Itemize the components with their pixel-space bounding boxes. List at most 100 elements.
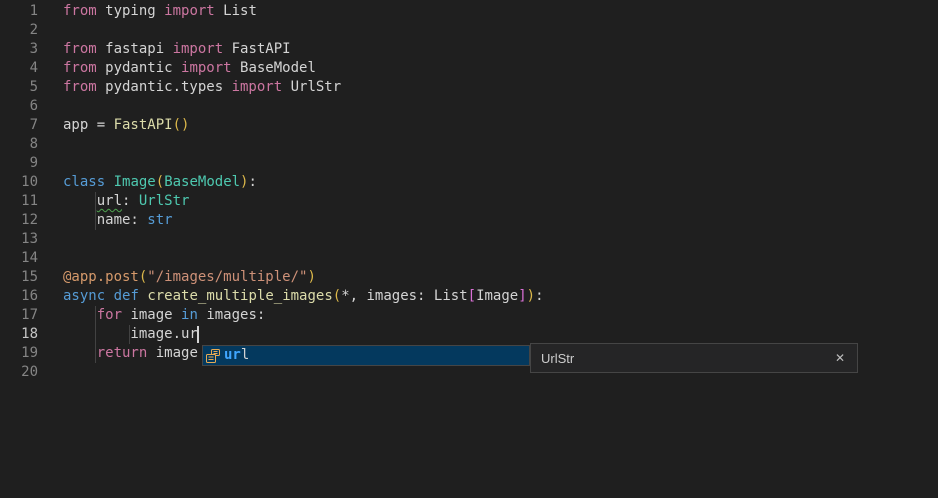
line-number: 18 <box>0 325 38 344</box>
line-number: 1 <box>0 2 38 21</box>
code-token: ) <box>307 269 315 285</box>
code-token: image.ur <box>63 326 198 342</box>
code-token <box>105 174 113 190</box>
code-token: @app.post <box>63 269 139 285</box>
code-token: import <box>164 3 215 19</box>
suggest-item-url[interactable]: url <box>224 346 249 365</box>
code-line[interactable]: 13 <box>0 230 938 249</box>
code-editor: 1from typing import List23from fastapi i… <box>0 0 938 498</box>
code-area[interactable]: 1from typing import List23from fastapi i… <box>0 2 938 382</box>
code-token <box>63 193 97 209</box>
line-number: 5 <box>0 78 38 97</box>
indent-guide <box>95 211 96 230</box>
code-token: [ <box>468 288 476 304</box>
code-token: () <box>173 117 190 133</box>
code-line[interactable]: 17 for image in images: <box>0 306 938 325</box>
line-number: 14 <box>0 249 38 268</box>
code-text <box>38 154 63 173</box>
code-text <box>38 249 63 268</box>
code-token: : <box>535 288 543 304</box>
code-token: image <box>122 307 181 323</box>
code-line[interactable]: 1from typing import List <box>0 2 938 21</box>
line-number: 4 <box>0 59 38 78</box>
line-number: 10 <box>0 173 38 192</box>
code-text: app = FastAPI() <box>38 116 189 135</box>
line-number: 11 <box>0 192 38 211</box>
code-token: str <box>147 212 172 228</box>
code-token: import <box>181 60 232 76</box>
code-text: name: str <box>38 211 173 230</box>
code-token: Image <box>114 174 156 190</box>
code-token: in <box>181 307 198 323</box>
code-token: ( <box>156 174 164 190</box>
line-number: 15 <box>0 268 38 287</box>
code-line[interactable]: 12 name: str <box>0 211 938 230</box>
code-token: BaseModel <box>164 174 240 190</box>
suggest-detail-panel: UrlStr ✕ <box>530 343 858 373</box>
line-number: 2 <box>0 21 38 40</box>
line-number: 7 <box>0 116 38 135</box>
line-number: 6 <box>0 97 38 116</box>
code-text: async def create_multiple_images(*, imag… <box>38 287 544 306</box>
code-token: images: <box>198 307 265 323</box>
line-number: 17 <box>0 306 38 325</box>
code-token: fastapi <box>97 41 173 57</box>
code-line[interactable]: 9 <box>0 154 938 173</box>
line-number: 19 <box>0 344 38 363</box>
code-token: import <box>232 79 283 95</box>
code-token: FastAPI <box>114 117 173 133</box>
code-text: from fastapi import FastAPI <box>38 40 291 59</box>
line-number: 3 <box>0 40 38 59</box>
indent-guide <box>129 325 130 344</box>
code-token: FastAPI <box>223 41 290 57</box>
code-token: typing <box>97 3 164 19</box>
code-text: from typing import List <box>38 2 257 21</box>
code-text: @app.post("/images/multiple/") <box>38 268 316 287</box>
code-token: import <box>173 41 224 57</box>
line-number: 12 <box>0 211 38 230</box>
code-line[interactable]: 8 <box>0 135 938 154</box>
indent-guide <box>95 325 96 344</box>
code-text: from pydantic.types import UrlStr <box>38 78 341 97</box>
code-line[interactable]: 14 <box>0 249 938 268</box>
code-token: from <box>63 3 97 19</box>
code-text <box>38 21 63 40</box>
line-number: 20 <box>0 363 38 382</box>
code-token <box>63 345 97 361</box>
text-cursor <box>197 326 199 343</box>
code-token: BaseModel <box>232 60 316 76</box>
code-token: from <box>63 79 97 95</box>
code-token: pydantic <box>97 60 181 76</box>
code-line[interactable]: 15@app.post("/images/multiple/") <box>0 268 938 287</box>
suggest-widget: url <box>202 345 530 366</box>
code-text <box>38 135 63 154</box>
code-token: Image <box>476 288 518 304</box>
code-text: url: UrlStr <box>38 192 189 211</box>
code-token: def <box>114 288 139 304</box>
code-line[interactable]: 3from fastapi import FastAPI <box>0 40 938 59</box>
code-token: name: <box>63 212 147 228</box>
line-number: 13 <box>0 230 38 249</box>
code-token: ] <box>518 288 526 304</box>
code-token: return <box>97 345 148 361</box>
code-line[interactable]: 16async def create_multiple_images(*, im… <box>0 287 938 306</box>
code-text <box>38 230 63 249</box>
code-token: from <box>63 60 97 76</box>
code-token: app = <box>63 117 114 133</box>
code-line[interactable]: 6 <box>0 97 938 116</box>
code-line[interactable]: 18 image.ur <box>0 325 938 344</box>
code-line[interactable]: 5from pydantic.types import UrlStr <box>0 78 938 97</box>
code-token: create_multiple_images <box>147 288 332 304</box>
code-line[interactable]: 2 <box>0 21 938 40</box>
code-token: ( <box>333 288 341 304</box>
code-line[interactable]: 7app = FastAPI() <box>0 116 938 135</box>
code-line[interactable]: 11 url: UrlStr <box>0 192 938 211</box>
code-token: UrlStr <box>139 193 190 209</box>
code-line[interactable]: 10class Image(BaseModel): <box>0 173 938 192</box>
symbol-class-icon <box>205 348 221 364</box>
code-line[interactable]: 4 from pydantic import BaseModel <box>0 59 938 78</box>
code-token: : <box>248 174 256 190</box>
indent-guide <box>95 344 96 363</box>
code-text: return image <box>38 344 198 363</box>
close-button[interactable]: ✕ <box>833 350 847 366</box>
